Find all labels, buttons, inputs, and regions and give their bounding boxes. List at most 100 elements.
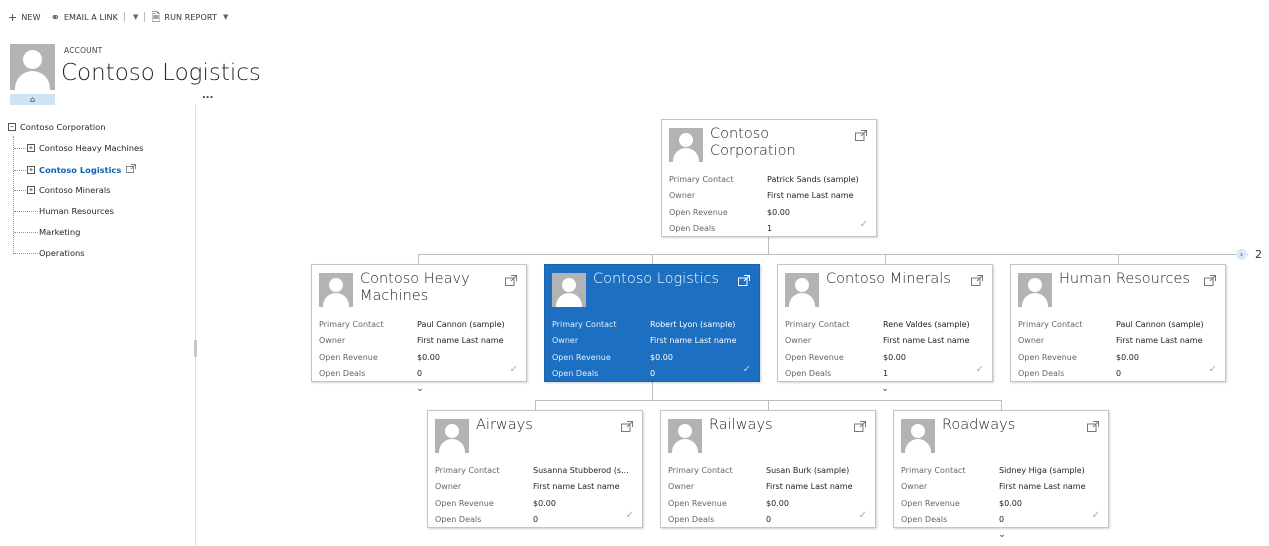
run-report-label: RUN REPORT bbox=[164, 12, 217, 22]
open-revenue-value: $0.00 bbox=[883, 352, 906, 362]
expand-children-chevron-icon[interactable]: ⌄ bbox=[880, 385, 890, 394]
owner-link[interactable]: First name Last name bbox=[767, 188, 854, 204]
primary-contact-link[interactable]: Robert Lyon (sample) bbox=[650, 317, 735, 333]
owner-link[interactable]: First name Last name bbox=[766, 479, 853, 495]
chevron-down-icon: ▼ bbox=[132, 13, 139, 21]
popout-icon[interactable] bbox=[126, 164, 137, 176]
connector-line bbox=[535, 400, 536, 410]
primary-contact-link[interactable]: Paul Cannon (sample) bbox=[1116, 317, 1204, 333]
account-card-contoso-minerals[interactable]: Contoso Minerals Primary Contact Rene Val… bbox=[777, 264, 993, 382]
expand-icon[interactable]: + bbox=[27, 186, 35, 194]
open-revenue-value: $0.00 bbox=[650, 352, 673, 362]
tree-item-operations[interactable]: Operations bbox=[14, 248, 85, 258]
pane-splitter bbox=[195, 105, 196, 546]
account-card-contoso-corporation[interactable]: Contoso Corporation Primary Contact Patri… bbox=[661, 119, 877, 237]
expand-icon[interactable]: + bbox=[27, 144, 35, 152]
open-revenue-value: $0.00 bbox=[417, 352, 440, 362]
tree-item-label: Contoso Logistics bbox=[39, 165, 122, 175]
tree-item-marketing[interactable]: Marketing bbox=[14, 227, 80, 237]
owner-link[interactable]: First name Last name bbox=[999, 479, 1086, 495]
connector-line bbox=[1118, 254, 1119, 264]
account-card-railways[interactable]: Railways Primary Contact Susan Burk (samp… bbox=[660, 410, 876, 528]
connector-line bbox=[652, 254, 653, 264]
tree-item-label: Contoso Heavy Machines bbox=[39, 143, 144, 153]
expand-icon[interactable]: + bbox=[27, 166, 35, 174]
primary-contact-link[interactable]: Sidney Higa (sample) bbox=[999, 463, 1085, 479]
popout-icon[interactable] bbox=[854, 417, 866, 432]
email-a-link-button[interactable]: ⚭ EMAIL A LINK bbox=[51, 12, 118, 23]
open-deals-value: 0 bbox=[999, 514, 1005, 524]
expand-children-chevron-icon[interactable]: ⌄ bbox=[997, 531, 1007, 540]
account-avatar bbox=[319, 273, 353, 307]
tree-item-contoso-logistics[interactable]: + Contoso Logistics bbox=[14, 164, 137, 176]
popout-icon[interactable] bbox=[1204, 271, 1216, 286]
primary-contact-link[interactable]: Susan Burk (sample) bbox=[766, 463, 849, 479]
plus-icon: + bbox=[8, 10, 18, 24]
tree-item-label: Contoso Minerals bbox=[39, 185, 111, 195]
tree-root-label: Contoso Corporation bbox=[20, 122, 106, 132]
home-button[interactable]: ⌂ bbox=[10, 94, 55, 105]
popout-icon[interactable] bbox=[971, 271, 983, 286]
page-title: Contoso Logistics bbox=[61, 60, 261, 86]
primary-contact-link[interactable]: Susanna Stubberod (s... bbox=[533, 463, 629, 479]
open-revenue-value: $0.00 bbox=[1116, 352, 1139, 362]
account-avatar bbox=[1018, 273, 1052, 307]
more-button[interactable]: ... bbox=[202, 90, 213, 101]
splitter-handle[interactable] bbox=[194, 340, 197, 357]
collapse-icon[interactable]: − bbox=[8, 123, 16, 131]
tree-item-contoso-minerals[interactable]: + Contoso Minerals bbox=[14, 185, 110, 195]
popout-icon[interactable] bbox=[621, 417, 633, 432]
open-deals-value: 1 bbox=[883, 368, 889, 378]
account-card-contoso-logistics[interactable]: Contoso Logistics Primary Contact Robert … bbox=[544, 264, 760, 382]
primary-contact-link[interactable]: Patrick Sands (sample) bbox=[767, 172, 859, 188]
email-a-link-label: EMAIL A LINK bbox=[63, 12, 118, 22]
check-icon: ✓ bbox=[1091, 510, 1100, 521]
tree-item-label: Operations bbox=[39, 248, 85, 258]
account-card-airways[interactable]: Airways Primary Contact Susanna Stubberod… bbox=[427, 410, 643, 528]
connector-line bbox=[768, 236, 769, 254]
link-icon: ⚭ bbox=[50, 10, 60, 24]
connector-line bbox=[652, 382, 653, 400]
card-title: Contoso Logistics bbox=[593, 271, 719, 287]
tree-item-contoso-heavy-machines[interactable]: + Contoso Heavy Machines bbox=[14, 143, 143, 153]
popout-icon[interactable] bbox=[505, 271, 517, 286]
card-title: Contoso Minerals bbox=[826, 271, 951, 287]
tree-item-human-resources[interactable]: Human Resources bbox=[14, 206, 114, 216]
tree-root[interactable]: − Contoso Corporation bbox=[8, 122, 106, 132]
card-title: Railways bbox=[709, 417, 773, 433]
account-avatar bbox=[669, 128, 703, 162]
card-title: Contoso Heavy Machines bbox=[360, 271, 470, 304]
account-avatar bbox=[435, 419, 469, 453]
command-bar: + NEW ⚭ EMAIL A LINK ▼ 🗎 RUN REPORT ▼ bbox=[0, 0, 1269, 34]
connector-line bbox=[768, 400, 769, 410]
open-revenue-value: $0.00 bbox=[999, 498, 1022, 508]
account-card-contoso-heavy-machines[interactable]: Contoso Heavy Machines Primary Contact Pa… bbox=[311, 264, 527, 382]
owner-link[interactable]: First name Last name bbox=[883, 333, 970, 349]
account-avatar bbox=[901, 419, 935, 453]
run-report-button[interactable]: 🗎 RUN REPORT ▼ bbox=[151, 12, 228, 23]
card-title: Roadways bbox=[942, 417, 1016, 433]
open-deals-value: 0 bbox=[1116, 368, 1122, 378]
owner-link[interactable]: First name Last name bbox=[533, 479, 620, 495]
popout-icon[interactable] bbox=[855, 126, 867, 141]
new-button[interactable]: + NEW bbox=[8, 12, 41, 23]
account-card-human-resources[interactable]: Human Resources Primary Contact Paul Cann… bbox=[1010, 264, 1226, 382]
next-page-button[interactable]: › bbox=[1236, 249, 1247, 260]
account-avatar bbox=[668, 419, 702, 453]
check-icon: ✓ bbox=[742, 364, 751, 375]
account-card-roadways[interactable]: Roadways Primary Contact Sidney Higa (sam… bbox=[893, 410, 1109, 528]
tree-item-label: Human Resources bbox=[39, 206, 114, 216]
expand-children-chevron-icon[interactable]: ⌄ bbox=[415, 385, 425, 394]
owner-link[interactable]: First name Last name bbox=[417, 333, 504, 349]
chevron-down-icon: ▼ bbox=[222, 13, 229, 21]
owner-link[interactable]: First name Last name bbox=[1116, 333, 1203, 349]
card-title: Contoso Corporation bbox=[710, 126, 796, 159]
owner-link[interactable]: First name Last name bbox=[650, 333, 737, 349]
primary-contact-link[interactable]: Paul Cannon (sample) bbox=[417, 317, 505, 333]
popout-icon[interactable] bbox=[738, 271, 750, 286]
popout-icon[interactable] bbox=[1087, 417, 1099, 432]
primary-contact-link[interactable]: Rene Valdes (sample) bbox=[883, 317, 970, 333]
command-separator bbox=[144, 12, 146, 22]
email-dropdown-button[interactable]: ▼ bbox=[131, 13, 138, 21]
chevron-right-icon: › bbox=[1239, 250, 1244, 259]
